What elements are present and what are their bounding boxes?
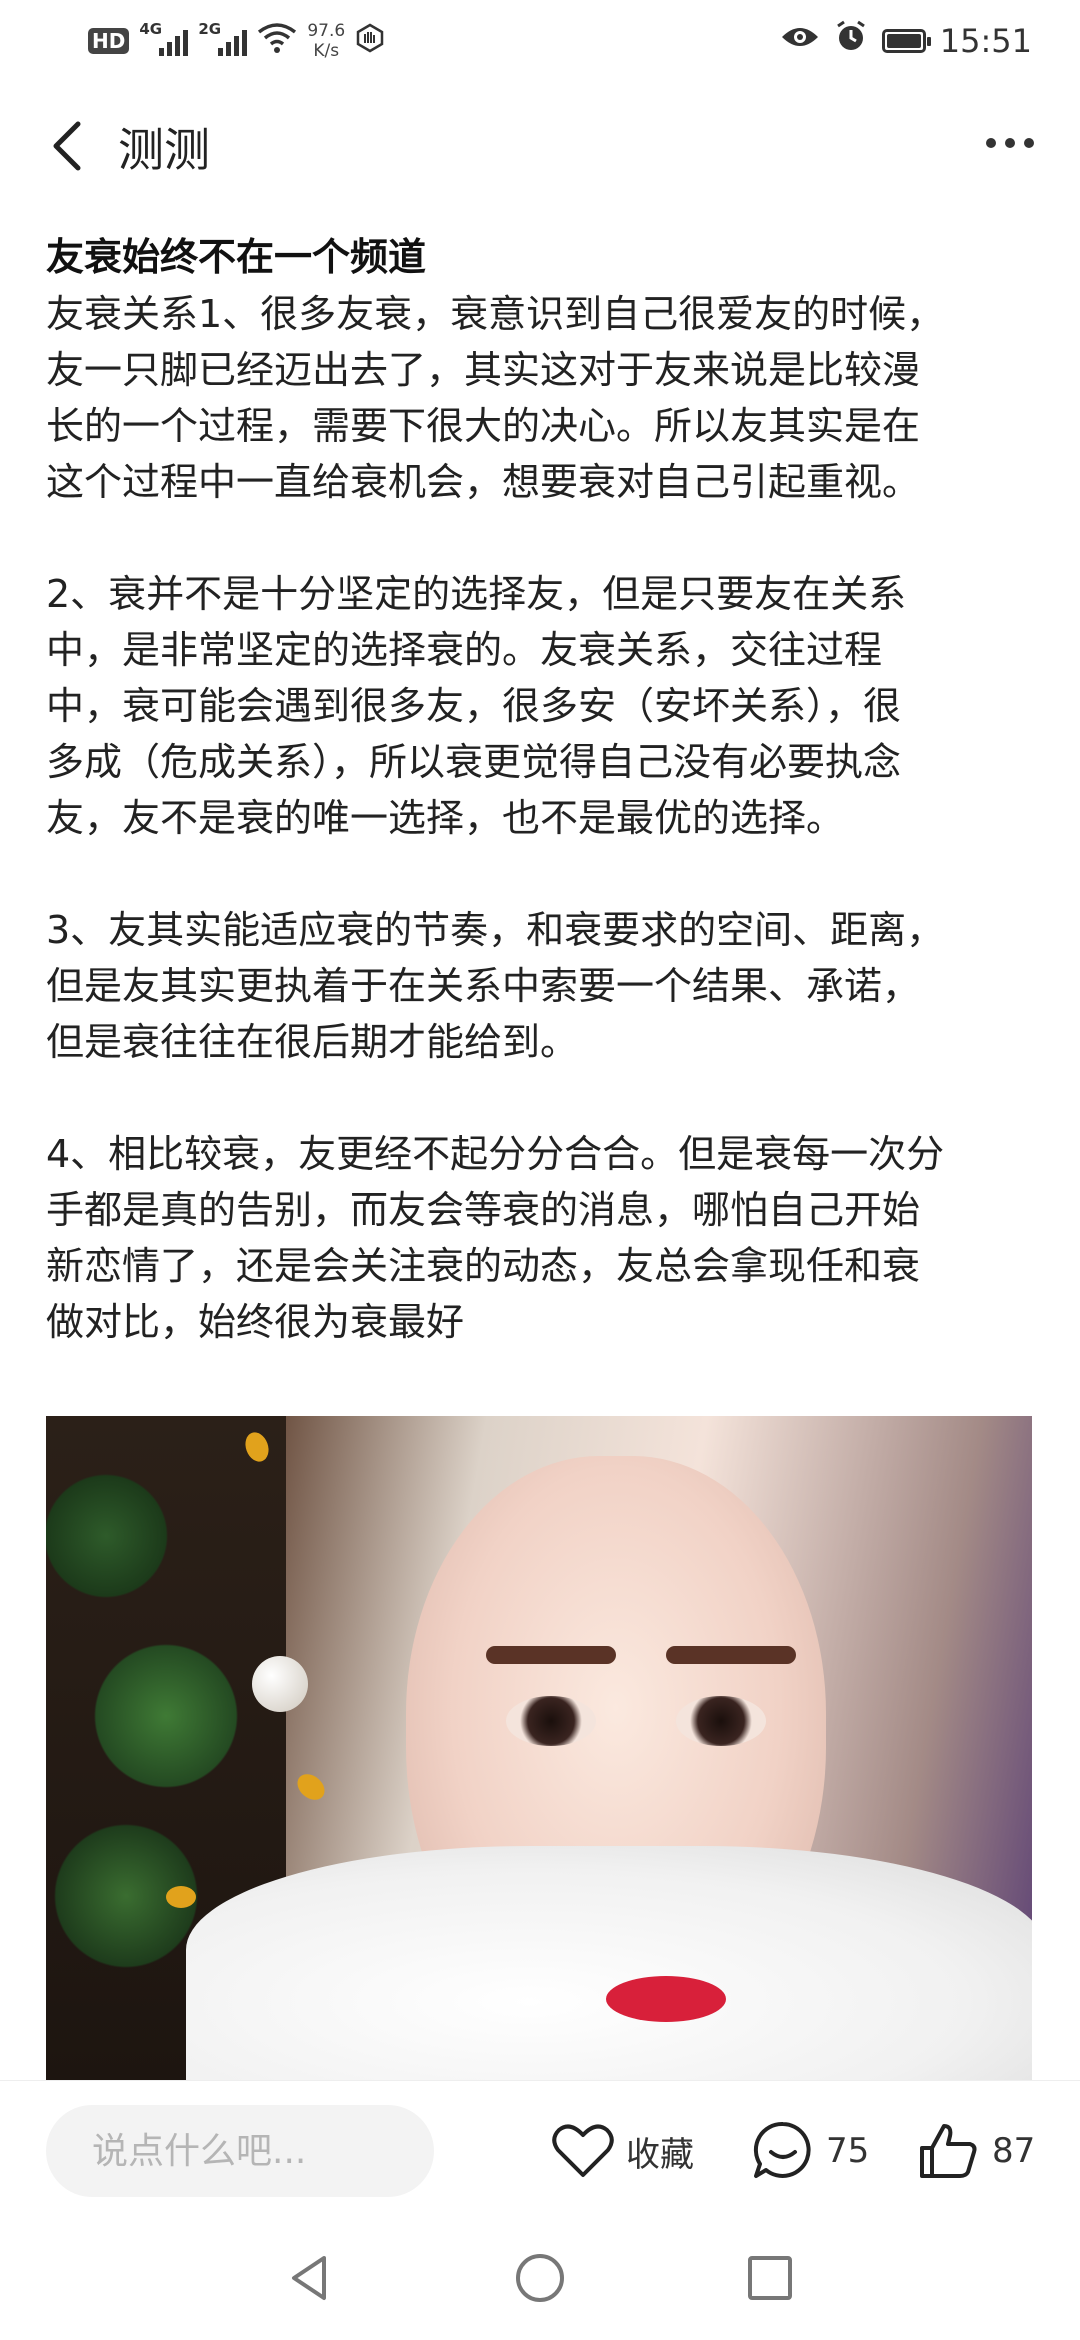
- status-left: HD 4G 2G 97.6 K/s: [88, 18, 385, 64]
- wifi-icon: [257, 22, 297, 60]
- photo-petal: [292, 1768, 330, 1806]
- article-paragraph: 4、相比较衰，友更经不起分分合合。但是衰每一次分 手都是真的告别，而友会等衰的消…: [46, 1132, 945, 1344]
- speed-unit: K/s: [313, 41, 340, 61]
- eye-icon: [780, 23, 820, 59]
- article-body: 友衰始终不在一个频道 友衰关系1、很多友衰，衰意识到自己很爱友的时候， 友一只脚…: [46, 228, 1036, 1350]
- app-header: 测测: [0, 100, 1080, 190]
- speed-value: 97.6: [307, 21, 346, 41]
- network-type-label: 2G: [198, 20, 222, 38]
- photo-ruffle: [186, 1846, 1032, 2080]
- network-speed: 97.6 K/s: [307, 21, 345, 61]
- nav-back-icon[interactable]: [280, 2248, 340, 2308]
- comment-bubble-icon: [752, 2120, 814, 2182]
- page-title: 测测: [118, 123, 210, 177]
- favorite-button[interactable]: 收藏: [552, 2111, 694, 2191]
- alarm-icon: [834, 20, 868, 62]
- photo-brow: [666, 1646, 796, 1664]
- nav-home-icon[interactable]: [510, 2248, 570, 2308]
- comment-count: 75: [826, 2131, 870, 2171]
- photo-eye: [676, 1696, 766, 1746]
- like-count: 87: [992, 2131, 1036, 2171]
- heart-icon: [552, 2123, 614, 2179]
- article-paragraph: 3、友其实能适应衰的节奏，和衰要求的空间、距离， 但是友其实更执着于在关系中索要…: [46, 908, 945, 1064]
- photo-lips: [606, 1976, 726, 2022]
- more-icon[interactable]: [986, 138, 1034, 148]
- favorite-label: 收藏: [626, 2134, 694, 2175]
- signal-icon: 4G: [139, 20, 189, 56]
- status-right: 15:51: [780, 16, 1032, 66]
- article-photo[interactable]: [46, 1416, 1032, 2080]
- article-paragraph: 2、衰并不是十分坚定的选择友，但是只要友在关系 中，是非常坚定的选择衰的。友衰关…: [46, 572, 907, 840]
- thumbs-up-icon: [918, 2120, 980, 2182]
- like-button[interactable]: 87: [918, 2111, 1035, 2191]
- clock: 15:51: [939, 22, 1032, 60]
- article-title: 友衰始终不在一个频道: [46, 235, 427, 279]
- network-type-label: 4G: [139, 20, 163, 38]
- comment-input[interactable]: [46, 2105, 434, 2197]
- hand-icon: [355, 23, 385, 60]
- photo-petal: [166, 1886, 196, 1908]
- photo-earring: [252, 1656, 308, 1712]
- hd-icon: HD: [88, 28, 130, 54]
- comment-button[interactable]: 75: [752, 2111, 869, 2191]
- status-bar: HD 4G 2G 97.6 K/s 15:51: [0, 0, 1080, 82]
- bottom-action-bar: 收藏 75 87: [0, 2080, 1080, 2221]
- nav-recents-icon[interactable]: [740, 2248, 800, 2308]
- article-paragraph: 友衰关系1、很多友衰，衰意识到自己很爱友的时候， 友一只脚已经迈出去了，其实这对…: [46, 292, 945, 504]
- signal-icon: 2G: [198, 20, 248, 56]
- photo-eye: [506, 1696, 596, 1746]
- back-arrow-icon[interactable]: [46, 118, 94, 174]
- battery-icon: [881, 29, 931, 53]
- photo-brow: [486, 1646, 616, 1664]
- system-nav-bar: [0, 2220, 1080, 2340]
